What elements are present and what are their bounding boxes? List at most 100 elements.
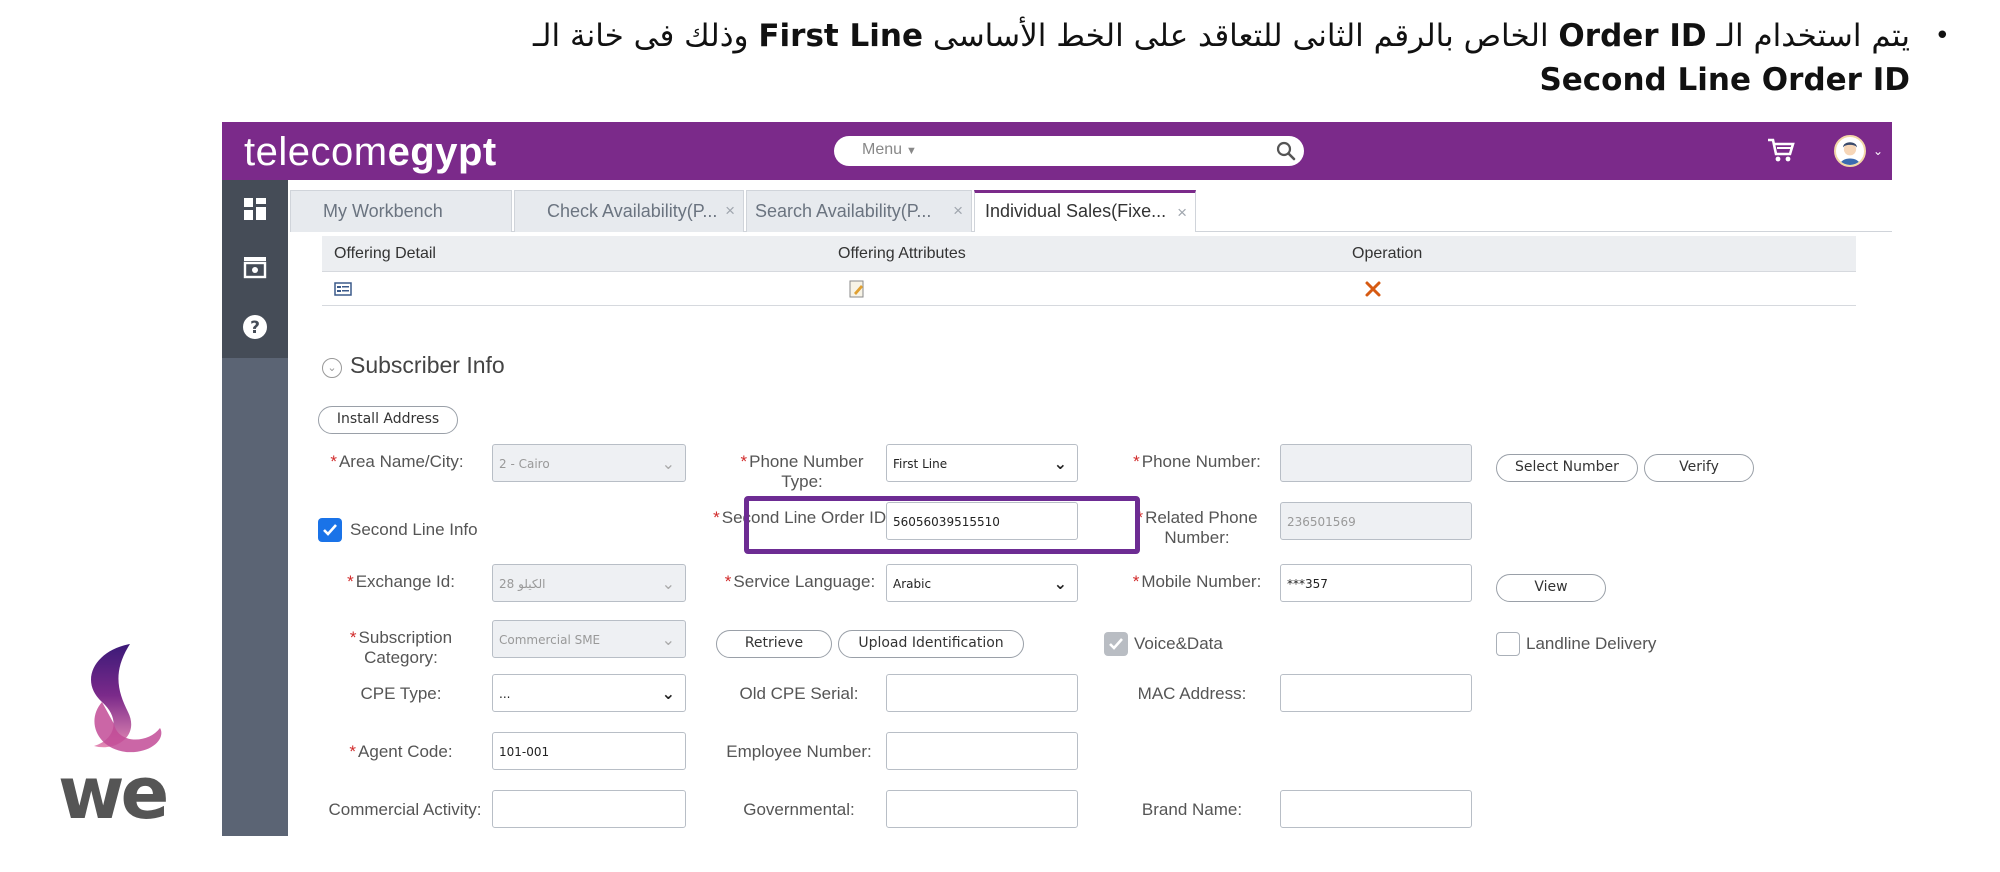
tab-label: Check Availability(P...: [547, 201, 718, 221]
search-icon[interactable]: [1274, 139, 1298, 163]
tab-my-workbench[interactable]: My Workbench: [290, 190, 512, 232]
svg-text:we: we: [58, 751, 167, 825]
old-cpe-serial-label: Old CPE Serial:: [739, 684, 859, 703]
tab-label: My Workbench: [323, 201, 443, 221]
commercial-activity-field[interactable]: [492, 790, 686, 828]
avatar-caret-icon[interactable]: ⌄: [1873, 144, 1883, 158]
brand-name-field[interactable]: [1280, 790, 1472, 828]
phone-number-label: * Phone Number:: [1133, 452, 1261, 471]
tab-check-availability[interactable]: Check Availability(P... ×: [514, 190, 744, 232]
select-number-button[interactable]: Select Number: [1496, 454, 1638, 482]
bullet: •: [1934, 21, 1950, 51]
voice-data-checkbox[interactable]: [1104, 632, 1128, 656]
related-phone-number-field[interactable]: 236501569: [1280, 502, 1472, 540]
top-bar: telecomegypt Menu ▼ ⌄: [222, 122, 1892, 180]
tab-label: Individual Sales(Fixe...: [985, 201, 1167, 221]
annotation-highlight-box: [744, 496, 1140, 554]
agent-code-field[interactable]: 101-001: [492, 732, 686, 770]
check-icon: [323, 524, 337, 536]
menu-search-box[interactable]: Menu ▼: [834, 136, 1304, 166]
retrieve-button[interactable]: Retrieve: [716, 630, 832, 658]
upload-identification-button[interactable]: Upload Identification: [838, 630, 1024, 658]
check-icon: [1109, 638, 1123, 650]
tab-bar: My Workbench Check Availability(P... × S…: [290, 190, 1892, 232]
subscription-category-label: * Subscription Category:: [349, 628, 453, 667]
help-icon[interactable]: ?: [240, 312, 270, 342]
instruction-prefix: يتم استخدام الـ: [1706, 18, 1910, 54]
order-id-term: Order ID: [1558, 18, 1707, 54]
mac-address-field[interactable]: [1280, 674, 1472, 712]
cart-icon[interactable]: [1766, 136, 1796, 164]
col-offering-attributes: Offering Attributes: [838, 245, 966, 262]
mac-address-label: MAC Address:: [1137, 684, 1247, 703]
user-face-icon: [1839, 142, 1861, 165]
subscriber-info-section[interactable]: ⌄ Subscriber Info: [322, 352, 505, 379]
old-cpe-serial-field[interactable]: [886, 674, 1078, 712]
offering-table-header: Offering Detail Offering Attributes Oper…: [322, 236, 1856, 272]
close-icon[interactable]: ×: [953, 201, 963, 221]
instruction-line-2: Second Line Order ID: [300, 58, 1910, 102]
second-line-info-checkbox[interactable]: [318, 518, 342, 542]
edit-icon[interactable]: [848, 280, 866, 298]
chevron-down-icon: ⌄: [1053, 574, 1067, 593]
service-language-label: * Service Language:: [724, 572, 876, 591]
exchange-id-label: * Exchange Id:: [347, 572, 455, 591]
phone-number-type-label: * Phone Number Type:: [740, 452, 864, 491]
svg-text:?: ?: [250, 318, 260, 338]
second-line-order-id-term: Second Line Order ID: [1539, 62, 1910, 98]
chevron-down-icon: ⌄: [661, 684, 675, 703]
second-line-info-label: Second Line Info: [350, 520, 478, 539]
instruction-text: • يتم استخدام الـ Order ID الخاص بالرقم …: [300, 14, 1950, 102]
brand-bold: egypt: [387, 130, 497, 174]
telecom-app-window: telecomegypt Menu ▼ ⌄ ? My Workbench Che…: [222, 122, 1892, 836]
tab-label: Search Availability(P...: [755, 201, 932, 221]
menu-dropdown[interactable]: Menu ▼: [862, 141, 917, 159]
employee-number-label: Employee Number:: [726, 742, 872, 761]
chevron-down-icon[interactable]: ⌄: [322, 358, 342, 378]
offering-table: Offering Detail Offering Attributes Oper…: [322, 236, 1856, 306]
dashboard-icon[interactable]: [240, 194, 270, 224]
menu-label: Menu: [862, 141, 903, 158]
tray-icon[interactable]: [240, 252, 270, 282]
instruction-line-1: يتم استخدام الـ Order ID الخاص بالرقم ال…: [300, 14, 1910, 58]
instruction-middle: الخاص بالرقم الثانى للتعاقد على الخط الأ…: [923, 18, 1559, 54]
phone-number-type-select[interactable]: First Line ⌄: [886, 444, 1078, 482]
brand-name-label: Brand Name:: [1141, 800, 1243, 819]
user-avatar[interactable]: [1834, 135, 1866, 167]
mobile-number-field[interactable]: ***357: [1280, 564, 1472, 602]
tab-search-availability[interactable]: Search Availability(P... ×: [746, 190, 972, 232]
close-icon[interactable]: ×: [1177, 203, 1187, 223]
area-select[interactable]: 2 - Cairo ⌄: [492, 444, 686, 482]
view-button[interactable]: View: [1496, 574, 1606, 602]
caret-down-icon: ▼: [906, 145, 917, 157]
brand-light: telecom: [244, 130, 388, 174]
agent-code-label: * Agent Code:: [349, 742, 453, 761]
cpe-type-select[interactable]: ... ⌄: [492, 674, 686, 712]
section-title: Subscriber Info: [350, 352, 505, 378]
phone-number-field[interactable]: [1280, 444, 1472, 482]
verify-button[interactable]: Verify: [1644, 454, 1754, 482]
landline-delivery-checkbox[interactable]: [1496, 632, 1520, 656]
delete-icon[interactable]: [1364, 280, 1382, 298]
close-icon[interactable]: ×: [725, 201, 735, 221]
tab-individual-sales[interactable]: Individual Sales(Fixe... ×: [974, 190, 1196, 232]
first-line-term: First Line: [758, 18, 924, 54]
sidebar: ?: [222, 180, 288, 836]
landline-delivery-label: Landline Delivery: [1526, 634, 1657, 653]
col-operation: Operation: [1352, 245, 1423, 262]
employee-number-field[interactable]: [886, 732, 1078, 770]
exchange-id-select[interactable]: الكيلو 28 ⌄: [492, 564, 686, 602]
chevron-down-icon: ⌄: [1053, 454, 1067, 473]
chevron-down-icon: ⌄: [661, 630, 675, 649]
telecom-egypt-logo: telecomegypt: [244, 130, 497, 175]
detail-icon[interactable]: [334, 280, 352, 298]
mobile-number-label: * Mobile Number:: [1132, 572, 1262, 591]
service-language-select[interactable]: Arabic ⌄: [886, 564, 1078, 602]
governmental-label: Governmental:: [743, 800, 855, 819]
table-row: [322, 272, 1856, 306]
commercial-activity-label: Commercial Activity:: [328, 800, 482, 819]
governmental-field[interactable]: [886, 790, 1078, 828]
install-address-button[interactable]: Install Address: [318, 406, 458, 434]
subscription-category-select[interactable]: Commercial SME ⌄: [492, 620, 686, 658]
we-logo: we: [58, 644, 171, 825]
